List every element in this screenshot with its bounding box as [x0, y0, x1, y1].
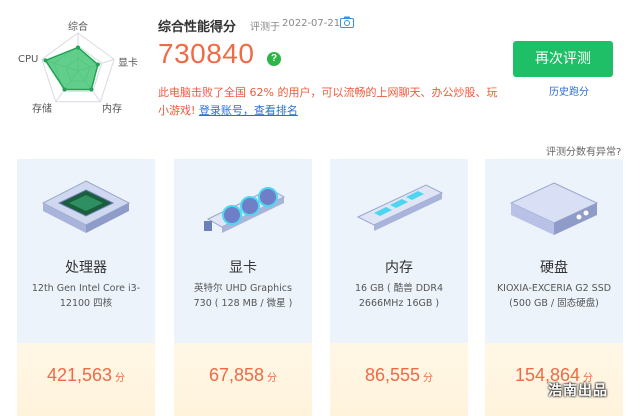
radar-point-memory: [89, 87, 94, 92]
card-title: 处理器: [65, 260, 107, 276]
card-spec: 英特尔 UHD Graphics 730 ( 128 MB / 微星 ): [193, 283, 293, 309]
retest-button[interactable]: 再次评测: [513, 41, 613, 77]
card-score-value: 67,858: [208, 365, 265, 385]
radar-point-gpu: [95, 62, 100, 67]
card-score-area: 421,563 分: [17, 343, 155, 416]
card-score-area: 67,858 分: [174, 343, 312, 416]
radar-point-cpu: [43, 58, 48, 63]
login-rank-link[interactable]: 登录账号，查看排名: [199, 104, 298, 117]
card-score-value: 86,555: [364, 365, 421, 385]
disk-card: 硬盘 KIOXIA-EXCERIA G2 SSD (500 GB / 固态硬盘)…: [485, 159, 623, 416]
card-score-unit: 分: [115, 373, 126, 384]
performance-radar: 综合 显卡 内存 存储 CPU: [14, 16, 142, 116]
radar-point-overall: [76, 45, 80, 50]
score-anomaly-link[interactable]: 评测分数有异常?: [546, 143, 621, 158]
radar-point-storage: [62, 87, 67, 92]
history-scores-link[interactable]: 历史跑分: [549, 83, 589, 98]
radar-score-shape: [44, 46, 99, 91]
card-spec: 16 GB ( 酷兽 DDR4 2666MHz 16GB ): [354, 283, 444, 309]
score-title: 综合性能得分: [158, 20, 237, 35]
radar-label-gpu: 显卡: [118, 58, 138, 69]
cpu-chip-icon: [17, 177, 155, 239]
card-score: 67,858 分: [174, 365, 312, 386]
memory-stick-icon: [330, 177, 468, 239]
card-title: 显卡: [229, 260, 257, 276]
help-icon[interactable]: ?: [267, 52, 281, 66]
hard-disk-icon: [485, 177, 623, 239]
card-score-unit: 分: [423, 373, 434, 384]
total-score: 730840: [158, 38, 255, 69]
memory-card: 内存 16 GB ( 酷兽 DDR4 2666MHz 16GB ) 86,555…: [330, 159, 468, 416]
card-spec: KIOXIA-EXCERIA G2 SSD (500 GB / 固态硬盘): [496, 283, 612, 309]
radar-label-storage: 存储: [32, 104, 52, 115]
eval-date: 2022-07-21: [282, 18, 341, 29]
radar-label-memory: 内存: [102, 104, 122, 115]
card-score: 421,563 分: [17, 365, 155, 386]
radar-label-cpu: CPU: [18, 54, 39, 65]
card-score-area: 86,555 分: [330, 343, 468, 416]
card-spec: 12th Gen Intel Core i3-12100 四核: [31, 283, 141, 309]
card-title: 内存: [385, 260, 413, 276]
card-score: 86,555 分: [330, 365, 468, 386]
gpu-card: 显卡 英特尔 UHD Graphics 730 ( 128 MB / 微星 ) …: [174, 159, 312, 416]
graphics-card-icon: [174, 177, 312, 239]
watermark: 浩南出品: [548, 383, 608, 399]
card-score-unit: 分: [267, 373, 278, 384]
radar-label-overall: 综合: [68, 22, 88, 33]
cpu-card: 处理器 12th Gen Intel Core i3-12100 四核 421,…: [17, 159, 155, 416]
card-title: 硬盘: [540, 260, 568, 276]
eval-date-label: 评测于: [250, 22, 280, 33]
card-score-value: 421,563: [46, 365, 113, 385]
camera-icon[interactable]: [340, 16, 354, 28]
beat-description: 此电脑击败了全国 62% 的用户，可以流畅的上网聊天、办公炒股、玩小游戏! 登录…: [158, 84, 498, 120]
